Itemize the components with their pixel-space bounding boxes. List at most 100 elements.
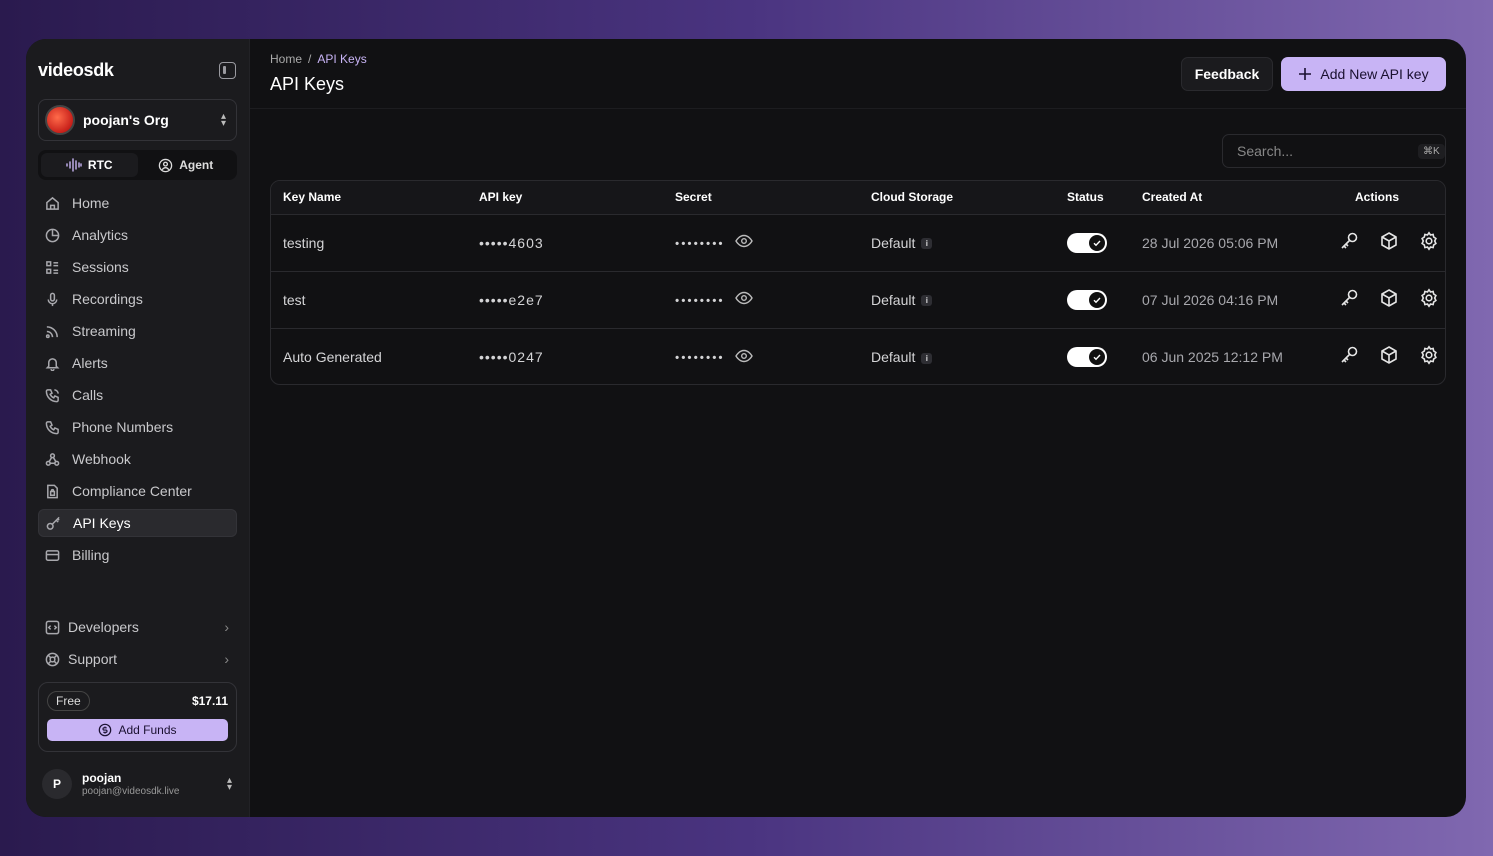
mode-agent-label: Agent	[179, 158, 214, 172]
col-secret: Secret	[663, 181, 859, 215]
sidebar-item-sessions[interactable]: Sessions	[38, 253, 237, 281]
sidebar-item-label: Calls	[72, 387, 104, 403]
add-api-key-label: Add New API key	[1320, 66, 1429, 82]
cloud-storage: Default	[871, 291, 916, 308]
sidebar-item-label: Phone Numbers	[72, 419, 174, 435]
status-toggle[interactable]	[1067, 232, 1107, 253]
page-title: API Keys	[270, 74, 345, 94]
col-actions: Actions	[1315, 181, 1445, 215]
col-cloud-storage: Cloud Storage	[859, 181, 1055, 215]
search-box: ⌘K	[1222, 134, 1446, 168]
sidebar-item-compliance-center[interactable]: Compliance Center	[38, 477, 237, 505]
key-icon[interactable]	[1339, 345, 1359, 368]
sidebar-item-label: Home	[72, 195, 110, 211]
eye-icon[interactable]	[734, 349, 753, 366]
waveform-icon	[66, 158, 82, 172]
api-keys-table: Key Name API key Secret Cloud Storage St…	[270, 180, 1446, 385]
sidebar-item-alerts[interactable]: Alerts	[38, 349, 237, 377]
status-cell	[1055, 328, 1130, 384]
user-email: poojan@videosdk.live	[82, 786, 180, 797]
sidebar-item-label: API Keys	[73, 515, 131, 531]
sidebar-item-home[interactable]: Home	[38, 189, 237, 217]
table-row: Auto Generated •••••0247 •••••••• Defaul…	[271, 328, 1445, 384]
main-content: Home / API Keys API Keys Feedback Add New …	[250, 39, 1466, 817]
funds-card: Free $17.11 Add Funds	[38, 682, 237, 752]
add-funds-label: Add Funds	[118, 723, 177, 737]
app-window: videosdk poojan's Org ▴▾ RTC Agent Home	[26, 39, 1466, 817]
actions-cell	[1315, 214, 1445, 272]
mode-rtc-label: RTC	[87, 158, 113, 172]
chevron-updown-icon: ▴ ▾	[220, 111, 226, 129]
analytics-icon	[44, 227, 60, 243]
secret-masked: ••••••••	[675, 235, 725, 250]
sidebar-item-billing[interactable]: Billing	[38, 541, 237, 569]
sidebar-item-label: Developers	[68, 619, 139, 635]
logo: videosdk	[38, 59, 114, 80]
secret-masked: ••••••••	[675, 292, 725, 307]
org-switcher[interactable]: poojan's Org ▴ ▾	[38, 99, 237, 141]
code-icon	[44, 619, 60, 635]
breadcrumb: Home / API Keys	[270, 52, 367, 66]
sidebar-collapse-icon[interactable]	[219, 61, 236, 79]
sidebar-item-label: Support	[68, 651, 118, 667]
api-key-masked: •••••4603	[467, 214, 663, 272]
feedback-button[interactable]: Feedback	[1181, 57, 1273, 91]
gear-icon[interactable]	[1419, 345, 1439, 368]
calls-icon	[44, 387, 60, 403]
mode-rtc[interactable]: RTC	[41, 153, 138, 177]
home-icon	[44, 195, 60, 211]
info-icon[interactable]: i	[921, 352, 933, 364]
sidebar-item-recordings[interactable]: Recordings	[38, 285, 237, 313]
created-at: 07 Jul 2026 04:16 PM	[1130, 271, 1315, 329]
agent-icon	[159, 158, 173, 172]
sidebar-item-analytics[interactable]: Analytics	[38, 221, 237, 249]
cube-icon[interactable]	[1379, 345, 1399, 368]
cube-icon[interactable]	[1379, 288, 1399, 311]
eye-icon[interactable]	[734, 291, 753, 308]
add-funds-button[interactable]: Add Funds	[47, 719, 228, 741]
cloud-storage-cell: Default i	[859, 328, 1055, 384]
cube-icon[interactable]	[1379, 231, 1399, 254]
sidebar-item-support[interactable]: Support ›	[38, 645, 237, 673]
info-icon[interactable]: i	[921, 295, 933, 307]
gear-icon[interactable]	[1419, 288, 1439, 311]
key-icon[interactable]	[1339, 231, 1359, 254]
status-toggle[interactable]	[1067, 289, 1107, 310]
breadcrumb-home[interactable]: Home	[270, 52, 302, 66]
sidebar-item-label: Sessions	[72, 259, 129, 275]
cloud-storage-cell: Default i	[859, 271, 1055, 329]
info-icon[interactable]: i	[921, 238, 933, 250]
sidebar-item-api-keys[interactable]: API Keys	[38, 509, 237, 537]
key-name: test	[271, 271, 467, 329]
cloud-storage: Default	[871, 234, 916, 251]
check-icon	[1093, 240, 1101, 246]
add-api-key-button[interactable]: Add New API key	[1281, 57, 1446, 91]
sidebar-item-streaming[interactable]: Streaming	[38, 317, 237, 345]
avatar: P	[42, 769, 72, 799]
sidebar-item-developers[interactable]: Developers ›	[38, 613, 237, 641]
sidebar: videosdk poojan's Org ▴▾ RTC Agent Home	[26, 39, 250, 817]
user-menu[interactable]: P poojan poojan@videosdk.live ▴ ▾	[42, 769, 232, 799]
sidebar-item-label: Alerts	[72, 355, 108, 371]
streaming-icon	[44, 323, 60, 339]
created-at: 06 Jun 2025 12:12 PM	[1142, 348, 1283, 365]
user-name: poojan	[82, 771, 122, 785]
key-icon[interactable]	[1339, 288, 1359, 311]
eye-icon[interactable]	[734, 234, 753, 251]
search-input[interactable]	[1237, 143, 1418, 159]
key-name: testing	[271, 214, 467, 272]
status-cell	[1055, 214, 1130, 272]
status-cell	[1055, 271, 1130, 329]
sidebar-item-label: Webhook	[72, 451, 131, 467]
status-toggle[interactable]	[1067, 346, 1107, 367]
gear-icon[interactable]	[1419, 231, 1439, 254]
sidebar-item-calls[interactable]: Calls	[38, 381, 237, 409]
mic-icon	[44, 291, 60, 307]
sidebar-item-phone-numbers[interactable]: Phone Numbers	[38, 413, 237, 441]
mode-agent[interactable]: Agent	[138, 153, 235, 177]
actions-cell	[1315, 328, 1445, 384]
org-avatar	[45, 105, 75, 135]
mode-toggle: RTC Agent	[38, 150, 237, 180]
sidebar-item-webhook[interactable]: Webhook	[38, 445, 237, 473]
sidebar-item-label: Analytics	[72, 227, 129, 243]
